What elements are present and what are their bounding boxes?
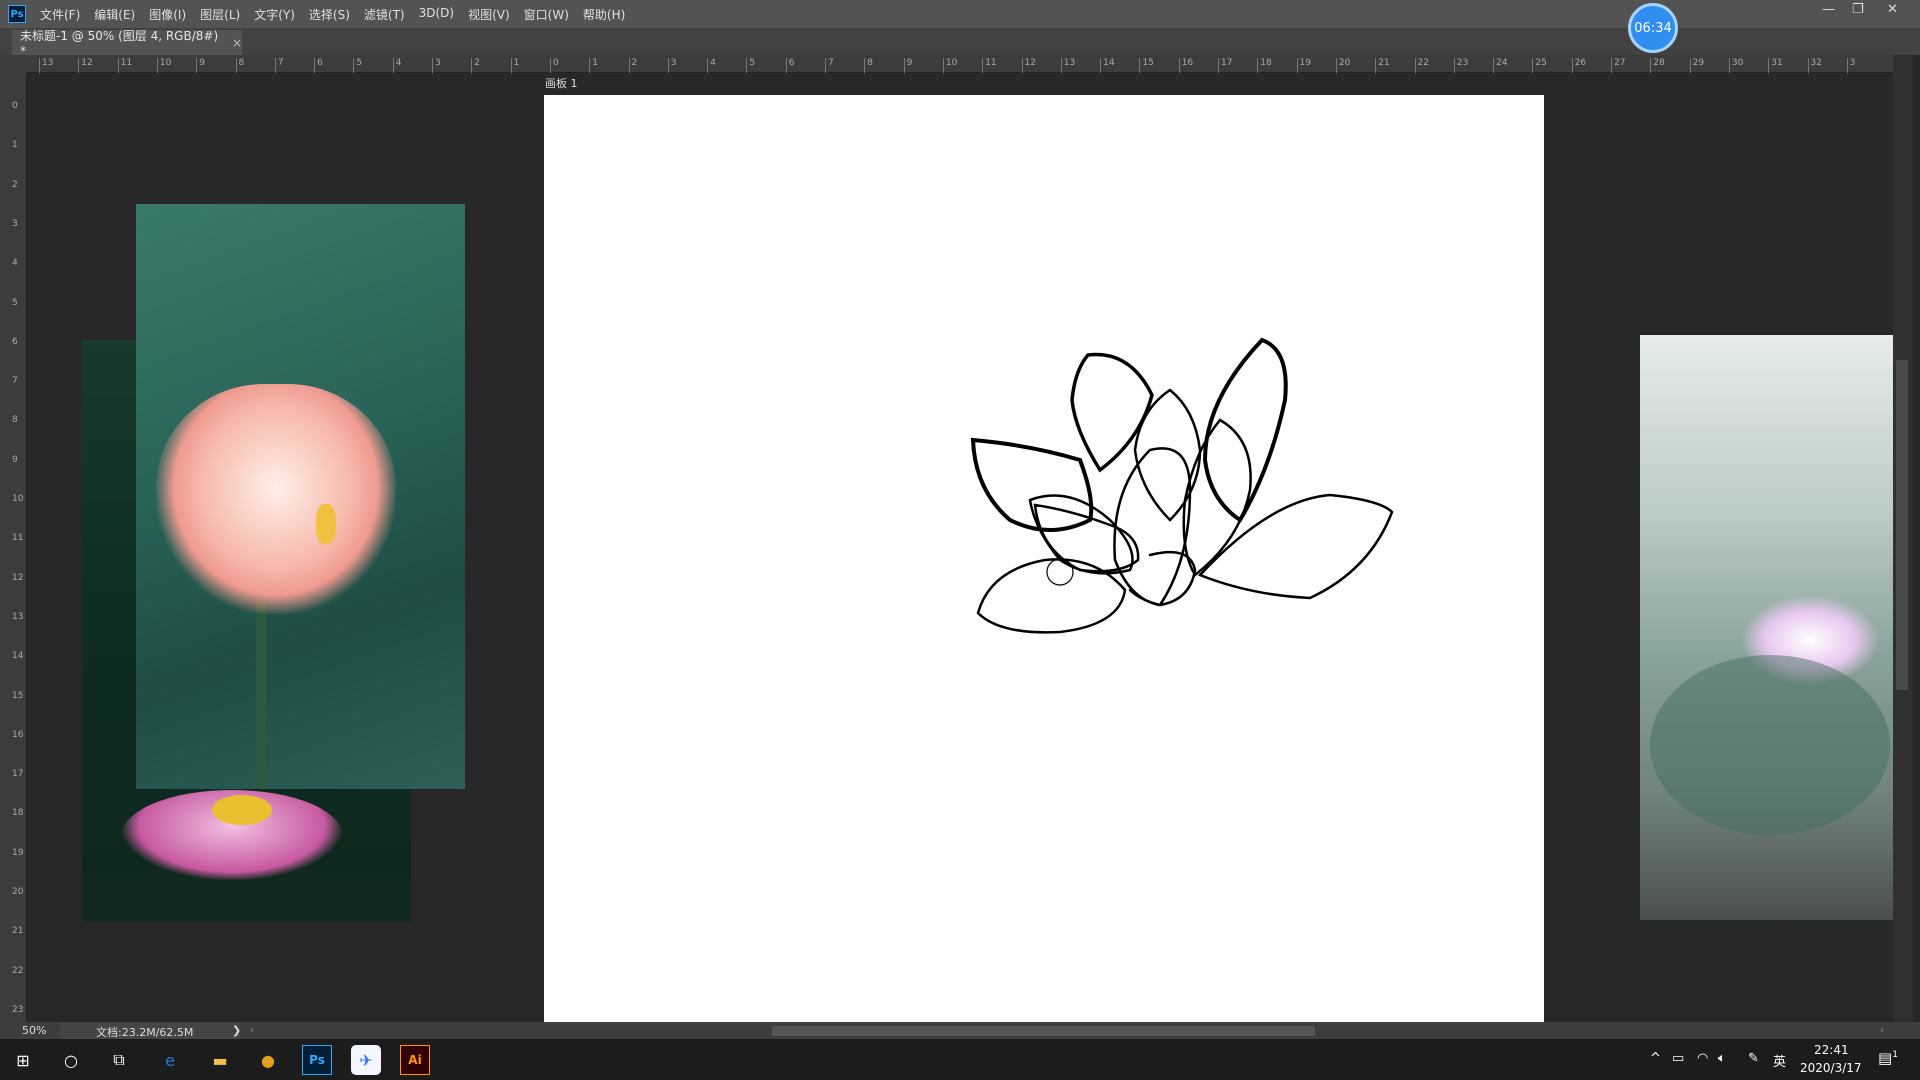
volume-icon[interactable]: 🔈︎ — [1718, 1051, 1726, 1066]
pen-icon[interactable]: ✎ — [1748, 1051, 1759, 1066]
clock-time[interactable]: 22:41 — [1814, 1043, 1849, 1057]
status-menu-arrow[interactable]: ❯ — [232, 1024, 241, 1037]
wifi-icon[interactable]: ◠ — [1697, 1051, 1708, 1066]
vertical-scroll-thumb[interactable] — [1896, 360, 1908, 690]
file-explorer-icon[interactable]: ▬ — [205, 1045, 235, 1075]
chrome-icon[interactable]: ● — [253, 1045, 283, 1075]
battery-icon[interactable]: ▭ — [1672, 1051, 1684, 1066]
lotus-sketch[interactable] — [0, 0, 1920, 1080]
notification-icon[interactable]: ▤1 — [1878, 1049, 1898, 1067]
horizontal-scroll-thumb[interactable] — [772, 1026, 1315, 1036]
ime-indicator[interactable]: 英 — [1773, 1051, 1786, 1070]
document-size: 文档:23.2M/62.5M — [96, 1026, 194, 1039]
illustrator-icon[interactable]: Ai — [400, 1045, 430, 1075]
task-view-icon[interactable]: ⧉ — [104, 1045, 134, 1075]
notification-count: 1 — [1892, 1050, 1898, 1060]
scroll-left-icon[interactable]: ‹ — [250, 1023, 254, 1036]
clock-date[interactable]: 2020/3/17 — [1800, 1061, 1862, 1075]
zoom-level[interactable]: 50% — [22, 1024, 46, 1037]
recording-timer[interactable]: 06:34 — [1628, 3, 1678, 53]
taskbar: ⊞ ○ ⧉ e ▬ ● Ps ✈ Ai ^ ▭ ◠ 🔈︎ ✎ 英 22:41 2020/3/17… — [0, 1039, 1920, 1080]
feishu-icon[interactable]: ✈ — [351, 1045, 381, 1075]
windows-start-icon[interactable]: ⊞ — [8, 1045, 38, 1075]
edge-icon[interactable]: e — [155, 1045, 185, 1075]
scroll-right-icon[interactable]: › — [1880, 1023, 1884, 1036]
tray-chevron-icon[interactable]: ^ — [1650, 1051, 1661, 1066]
search-circle-icon[interactable]: ○ — [56, 1045, 86, 1075]
photoshop-icon[interactable]: Ps — [302, 1045, 332, 1075]
